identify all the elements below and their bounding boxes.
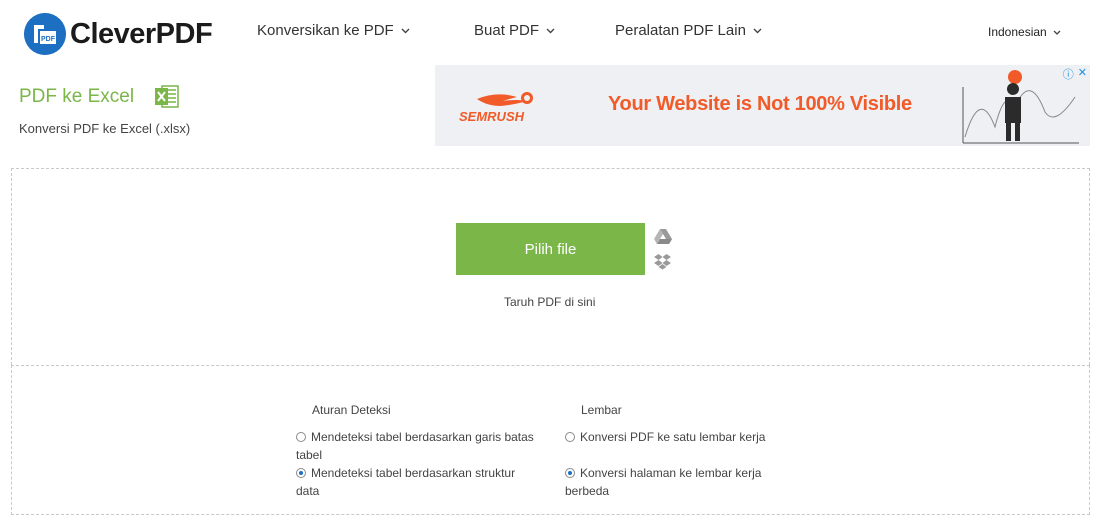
- nav-convert-to-pdf-label: Konversikan ke PDF: [257, 22, 394, 39]
- site-header: PDF CleverPDF Konversikan ke PDF Buat PD…: [0, 0, 1100, 64]
- single-sheet-option[interactable]: Konversi PDF ke satu lembar kerja: [565, 428, 805, 446]
- language-selector[interactable]: Indonesian: [988, 25, 1061, 39]
- nav-create-pdf-label: Buat PDF: [474, 22, 540, 39]
- logo-text: CleverPDF: [70, 17, 213, 50]
- drop-hint: Taruh PDF di sini: [504, 295, 596, 309]
- semrush-logo: SEMRUSH: [459, 92, 533, 124]
- info-icon[interactable]: ⓘ: [1063, 66, 1074, 82]
- sheet-heading: Lembar: [581, 403, 622, 417]
- detect-by-structure-option[interactable]: Mendeteksi tabel berdasarkan struktur da…: [296, 464, 536, 500]
- nav-other-pdf-tools[interactable]: Peralatan PDF Lain: [615, 22, 762, 39]
- radio-checked-icon[interactable]: [565, 468, 575, 478]
- detect-by-border-option[interactable]: Mendeteksi tabel berdasarkan garis batas…: [296, 428, 536, 464]
- separate-sheets-label: Konversi halaman ke lembar kerja berbeda: [565, 466, 762, 498]
- ad-headline: Your Website is Not 100% Visible: [608, 93, 912, 115]
- tool-subtitle: Konversi PDF ke Excel (.xlsx): [19, 121, 191, 136]
- language-label: Indonesian: [988, 25, 1047, 39]
- tool-title: PDF ke Excel: [19, 85, 179, 108]
- ad-illustration: [962, 70, 1079, 144]
- site-logo[interactable]: PDF CleverPDF: [24, 13, 213, 55]
- chevron-down-icon: [546, 28, 555, 33]
- detect-by-structure-label: Mendeteksi tabel berdasarkan struktur da…: [296, 466, 516, 498]
- chevron-down-icon: [401, 28, 410, 33]
- advertisement-banner[interactable]: SEMRUSH Your Website is Not 100% Visible…: [435, 65, 1090, 146]
- radio-unchecked-icon[interactable]: [296, 432, 306, 442]
- choose-file-button[interactable]: Pilih file: [456, 223, 645, 275]
- detection-rules-heading: Aturan Deteksi: [312, 403, 391, 417]
- detect-by-border-label: Mendeteksi tabel berdasarkan garis batas…: [296, 430, 534, 462]
- chevron-down-icon: [1053, 30, 1061, 35]
- single-sheet-label: Konversi PDF ke satu lembar kerja: [580, 430, 766, 444]
- excel-icon: [155, 85, 179, 108]
- conversion-options: [11, 365, 1090, 515]
- radio-checked-icon[interactable]: [296, 468, 306, 478]
- nav-create-pdf[interactable]: Buat PDF: [474, 22, 555, 39]
- google-drive-icon[interactable]: [654, 228, 672, 244]
- tool-title-text: PDF ke Excel: [19, 85, 135, 107]
- nav-other-pdf-tools-label: Peralatan PDF Lain: [615, 22, 746, 39]
- nav-convert-to-pdf[interactable]: Konversikan ke PDF: [257, 22, 410, 39]
- dropbox-icon[interactable]: [654, 253, 671, 270]
- close-icon[interactable]: ✕: [1078, 66, 1087, 82]
- ad-brand-text: SEMRUSH: [459, 109, 525, 124]
- chevron-down-icon: [753, 28, 762, 33]
- radio-unchecked-icon[interactable]: [565, 432, 575, 442]
- logo-badge-text: PDF: [41, 36, 56, 43]
- cleverpdf-logo-icon: PDF: [24, 13, 66, 55]
- separate-sheets-option[interactable]: Konversi halaman ke lembar kerja berbeda: [565, 464, 805, 500]
- ad-controls[interactable]: ⓘ ✕: [1063, 66, 1087, 82]
